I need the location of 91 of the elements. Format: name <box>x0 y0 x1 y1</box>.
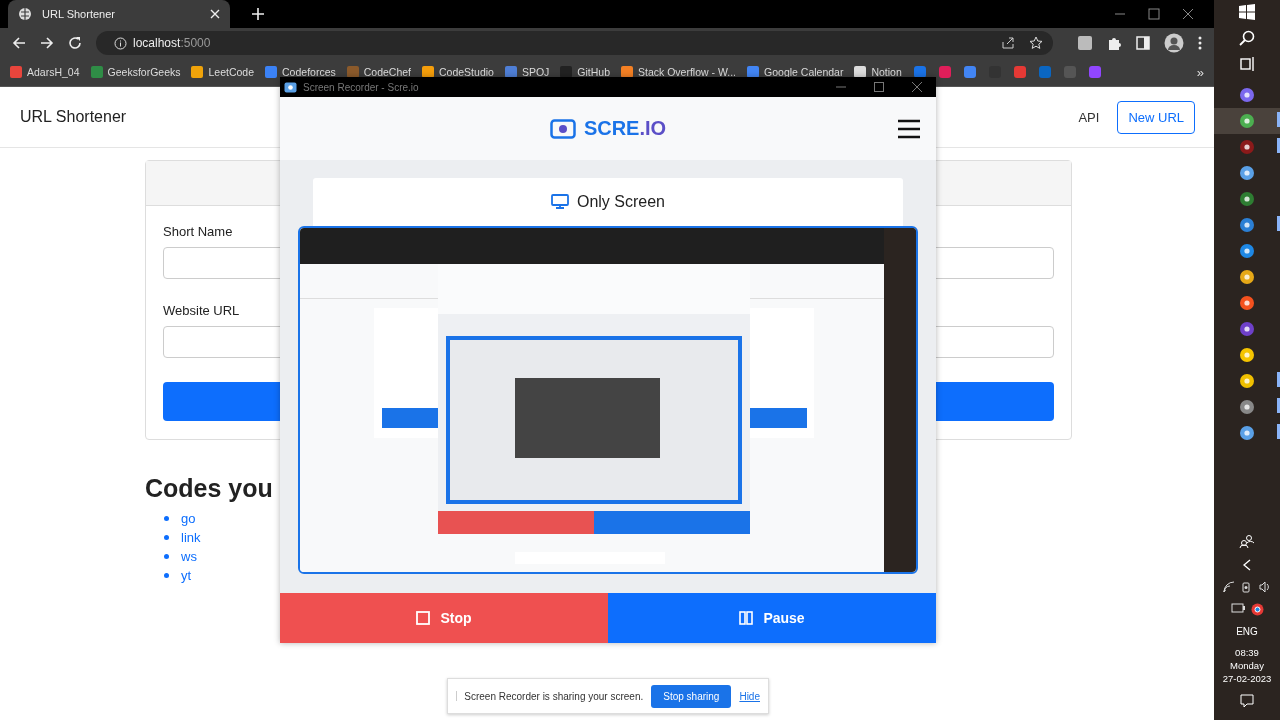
bookmark[interactable]: GeeksforGeeks <box>90 66 181 78</box>
mode-label: Only Screen <box>576 193 665 211</box>
avatar-icon[interactable] <box>1164 33 1184 53</box>
clock-date[interactable]: 27-02-2023 <box>1222 673 1272 684</box>
chevron-icon[interactable] <box>1242 559 1252 571</box>
field-label: Website URL <box>163 303 241 318</box>
volume-icon[interactable] <box>1259 581 1271 593</box>
task-view-icon[interactable] <box>1239 56 1255 72</box>
app-icon <box>1239 399 1255 415</box>
bookmark-icon[interactable] <box>962 65 977 79</box>
bookmark[interactable]: AdarsH_04 <box>10 66 80 78</box>
code-link[interactable]: go <box>181 511 196 526</box>
bookmark[interactable]: SPOJ <box>504 66 550 78</box>
close-icon[interactable] <box>1182 8 1194 20</box>
code-link[interactable]: link <box>181 530 201 545</box>
maximize-icon[interactable] <box>1148 8 1160 20</box>
bookmark[interactable]: LeetCode <box>191 66 255 78</box>
stop-button[interactable]: Stop <box>280 593 608 643</box>
star-icon[interactable] <box>1029 36 1043 50</box>
start-icon[interactable] <box>1239 4 1255 20</box>
app-icon <box>1239 425 1255 441</box>
bookmark[interactable]: CodeChef <box>346 66 411 78</box>
field-label: Short Name <box>163 224 234 239</box>
api-link[interactable]: API <box>1078 109 1100 125</box>
app-icon <box>1239 217 1255 233</box>
pause-icon <box>739 611 754 625</box>
window-title: Screen Recorder - Scre.io <box>303 81 419 93</box>
maximize-icon[interactable] <box>874 82 884 92</box>
extension-icon[interactable] <box>1077 35 1093 51</box>
hide-link[interactable]: Hide <box>739 690 760 702</box>
people-icon[interactable] <box>1239 533 1255 549</box>
bookmark-icon[interactable] <box>1012 65 1027 79</box>
bookmark[interactable]: Stack Overflow - W... <box>621 66 737 78</box>
more-bookmarks-button[interactable]: » <box>1196 64 1204 80</box>
clock-day[interactable]: Monday <box>1230 660 1264 671</box>
stop-sharing-button[interactable]: Stop sharing <box>651 684 732 708</box>
bookmark[interactable]: CodeStudio <box>422 66 494 78</box>
bookmark[interactable]: GitHub <box>560 66 610 78</box>
language-indicator[interactable]: ENG <box>1236 626 1258 637</box>
notification-icon[interactable] <box>1240 694 1254 708</box>
search-icon[interactable] <box>1239 30 1255 46</box>
reload-icon[interactable] <box>68 36 82 50</box>
sharing-message: Screen Recorder is sharing your screen. <box>464 690 644 702</box>
app-icon <box>1239 191 1255 207</box>
back-icon[interactable] <box>12 36 26 50</box>
logo-icon <box>549 118 576 139</box>
app-icon <box>1239 243 1255 259</box>
url-port: :5000 <box>180 36 211 50</box>
app-icon <box>284 81 297 93</box>
tab-title: URL Shortener <box>42 8 116 20</box>
site-title: URL Shortener <box>20 108 127 126</box>
app-icon <box>1239 139 1255 155</box>
puzzle-icon[interactable] <box>1107 35 1122 51</box>
side-panel-icon[interactable] <box>1136 36 1150 50</box>
menu-icon[interactable] <box>1198 36 1202 50</box>
app-icon <box>1239 321 1255 337</box>
wifi-icon[interactable] <box>1223 581 1235 593</box>
clock-time[interactable]: 08:39 <box>1235 647 1259 658</box>
monitor-icon <box>550 194 569 210</box>
menu-icon[interactable] <box>898 118 920 139</box>
app-icon <box>1239 165 1255 181</box>
bookmark[interactable]: Google Calendar <box>747 66 844 78</box>
app-icon <box>1239 373 1255 389</box>
globe-icon <box>18 7 32 21</box>
forward-icon[interactable] <box>40 36 54 50</box>
browser-tray-icon[interactable] <box>1250 603 1264 616</box>
stop-icon <box>416 611 431 625</box>
share-icon[interactable] <box>1001 36 1015 50</box>
new-url-button[interactable]: New URL <box>1117 100 1195 134</box>
address-bar[interactable]: localhost:5000 <box>96 31 1053 55</box>
section-heading: Codes you <box>145 474 274 503</box>
bookmark[interactable]: Codeforces <box>265 66 336 78</box>
info-icon <box>114 36 127 50</box>
app-icon <box>1239 269 1255 285</box>
bookmark[interactable]: Notion <box>854 66 902 78</box>
url-host: localhost <box>133 36 181 50</box>
new-tab-icon[interactable] <box>252 8 264 20</box>
close-icon[interactable] <box>912 82 922 92</box>
app-icon <box>1239 295 1255 311</box>
code-link[interactable]: ws <box>181 549 197 564</box>
bookmark-icon[interactable] <box>912 65 927 79</box>
taskbar-app[interactable] <box>1214 108 1280 134</box>
battery-icon[interactable] <box>1230 603 1245 613</box>
app-icon <box>1239 113 1255 129</box>
bookmark-icon[interactable] <box>937 65 952 79</box>
app-icon <box>1239 87 1255 103</box>
browser-tab[interactable]: URL Shortener <box>8 0 230 28</box>
app-icon <box>1239 347 1255 363</box>
code-link[interactable]: yt <box>181 568 192 583</box>
logo-text: SCRE.IO <box>583 117 667 140</box>
pause-button[interactable]: Pause <box>608 593 936 643</box>
